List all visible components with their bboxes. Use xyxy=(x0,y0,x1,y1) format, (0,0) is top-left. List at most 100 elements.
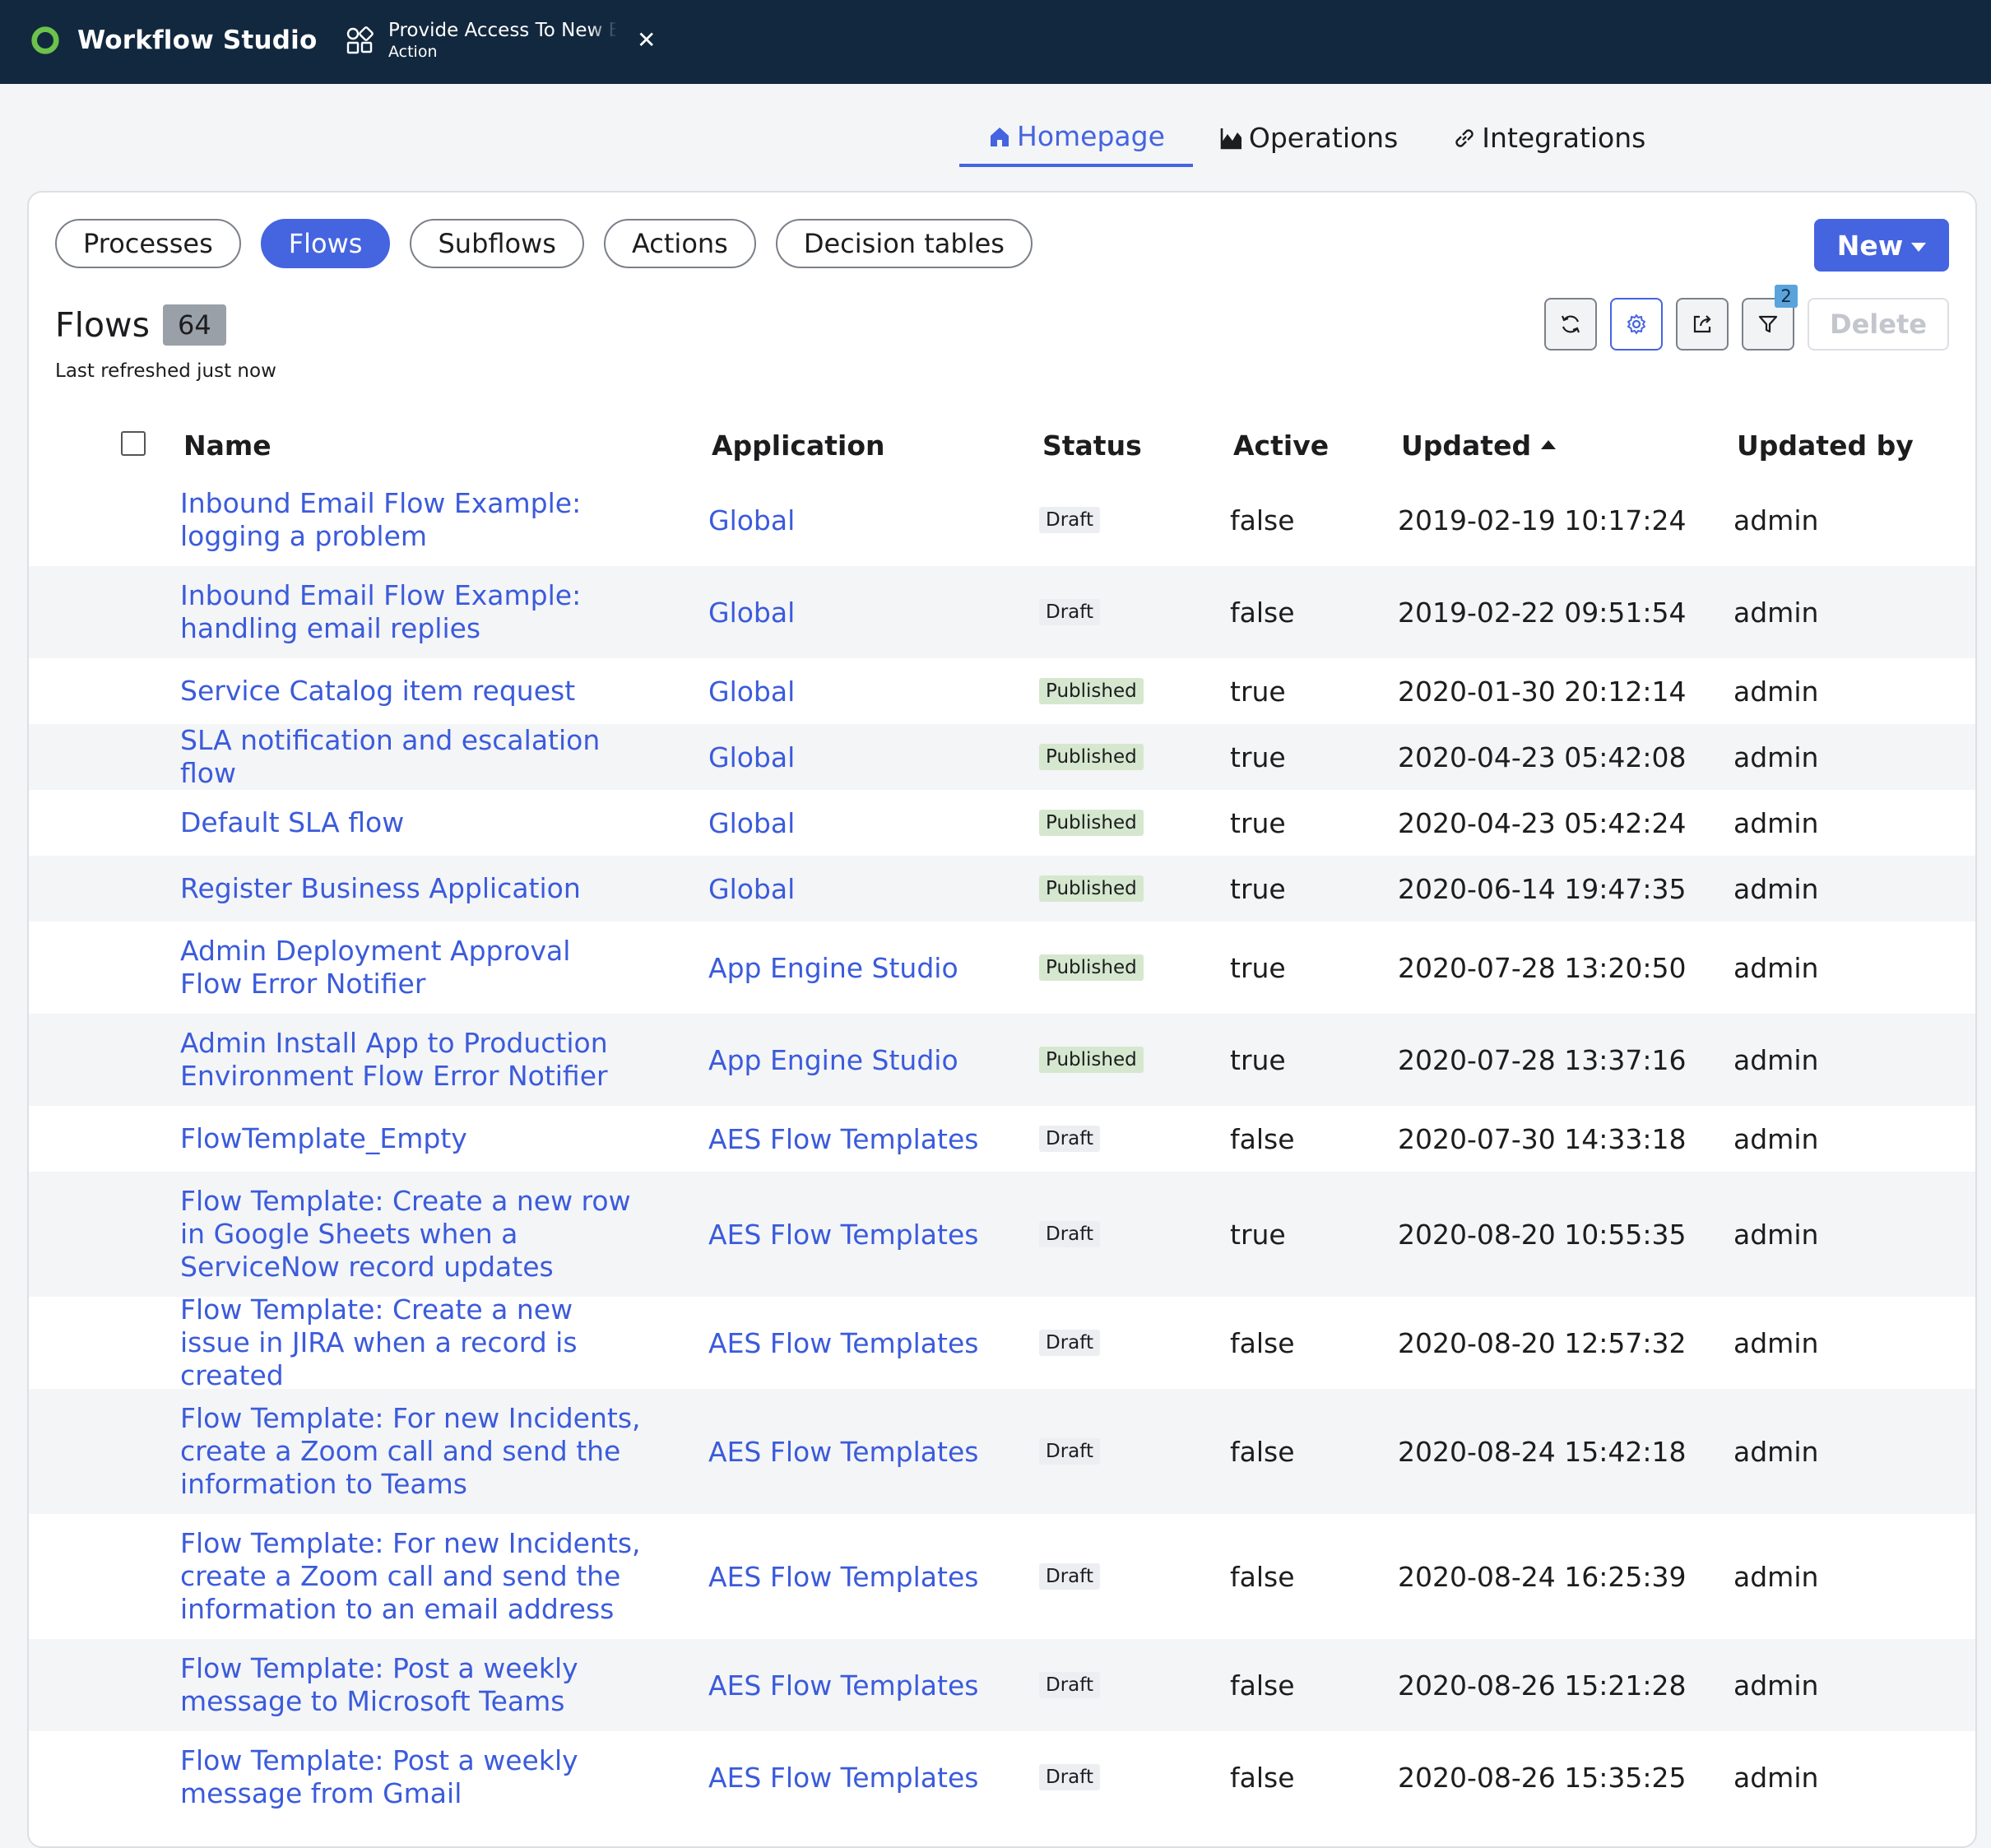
status-cell: Published xyxy=(1039,790,1144,856)
refresh-button[interactable] xyxy=(1544,298,1597,351)
new-button[interactable]: New xyxy=(1814,219,1949,272)
table-row[interactable]: Flow Template: Post a weekly message to … xyxy=(29,1639,1975,1731)
status-badge: Published xyxy=(1039,1047,1144,1073)
application-link[interactable]: AES Flow Templates xyxy=(708,1731,978,1823)
select-all-checkbox[interactable] xyxy=(121,431,146,456)
table-row[interactable]: Flow Template: Post a weekly message fro… xyxy=(29,1731,1975,1823)
flow-name-link[interactable]: FlowTemplate_Empty xyxy=(180,1106,641,1172)
flow-name-link[interactable]: SLA notification and escalation flow xyxy=(180,724,641,790)
application-link[interactable]: AES Flow Templates xyxy=(708,1514,978,1639)
application-link[interactable]: AES Flow Templates xyxy=(708,1297,978,1389)
application-link[interactable]: Global xyxy=(708,724,795,790)
link-icon xyxy=(1455,128,1474,147)
table-row[interactable]: Admin Deployment Approval Flow Error Not… xyxy=(29,922,1975,1014)
flow-name-link[interactable]: Flow Template: Post a weekly message to … xyxy=(180,1639,641,1731)
flow-name-link[interactable]: Flow Template: For new Incidents, create… xyxy=(180,1389,641,1514)
updated-by-cell: admin xyxy=(1733,596,1819,629)
table-row[interactable]: Service Catalog item request Global Publis… xyxy=(29,658,1975,724)
table-row[interactable]: Inbound Email Flow Example: handling ema… xyxy=(29,566,1975,658)
updated-cell: 2020-08-26 15:35:25 xyxy=(1398,1761,1687,1794)
application-link[interactable]: App Engine Studio xyxy=(708,1014,958,1106)
flow-name-link[interactable]: Flow Template: Create a new row in Googl… xyxy=(180,1172,641,1297)
settings-button[interactable] xyxy=(1610,298,1663,351)
application-link[interactable]: Global xyxy=(708,790,795,856)
brand-name: Workflow Studio xyxy=(77,26,318,55)
flow-name-link[interactable]: Flow Template: Post a weekly message fro… xyxy=(180,1731,641,1823)
delete-button[interactable]: Delete xyxy=(1808,298,1949,351)
table-row[interactable]: Default SLA flow Global Published true 2020-… xyxy=(29,790,1975,856)
table-row[interactable]: Flow Template: For new Incidents, create… xyxy=(29,1514,1975,1639)
column-header-name[interactable]: Name xyxy=(183,429,272,462)
status-badge: Draft xyxy=(1039,1563,1100,1590)
updated-cell: 2019-02-22 09:51:54 xyxy=(1398,596,1687,629)
flow-name-link[interactable]: Admin Install App to Production Environm… xyxy=(180,1014,641,1106)
flow-name-link[interactable]: Service Catalog item request xyxy=(180,658,641,724)
application-link[interactable]: Global xyxy=(708,474,795,566)
application-link[interactable]: Global xyxy=(708,856,795,922)
table-row[interactable]: SLA notification and escalation flow Glob… xyxy=(29,724,1975,790)
application-link[interactable]: AES Flow Templates xyxy=(708,1389,978,1514)
active-cell: true xyxy=(1230,1043,1286,1076)
pill-processes[interactable]: Processes xyxy=(55,219,241,268)
column-header-status[interactable]: Status xyxy=(1042,429,1142,462)
application-link[interactable]: AES Flow Templates xyxy=(708,1172,978,1297)
application-link[interactable]: App Engine Studio xyxy=(708,922,958,1014)
flow-name-link[interactable]: Register Business Application xyxy=(180,856,641,922)
pill-actions[interactable]: Actions xyxy=(603,219,756,268)
status-badge: Draft xyxy=(1039,1764,1100,1790)
flow-name-link[interactable]: Flow Template: For new Incidents, create… xyxy=(180,1514,641,1639)
table-row[interactable]: Flow Template: Create a new issue in JIR… xyxy=(29,1293,1975,1391)
table-row[interactable]: Inbound Email Flow Example: logging a pr… xyxy=(29,474,1975,566)
status-badge: Draft xyxy=(1039,1438,1100,1465)
flow-name-link[interactable]: Inbound Email Flow Example: handling ema… xyxy=(180,566,641,658)
open-tab[interactable]: Provide Access To New E Action ✕ xyxy=(346,20,656,61)
pill-subflows[interactable]: Subflows xyxy=(410,219,584,268)
status-badge: Draft xyxy=(1039,1126,1100,1152)
table-row[interactable]: Register Business Application Global Publi… xyxy=(29,856,1975,922)
nav-integrations[interactable]: Integrations xyxy=(1452,117,1645,165)
filter-button[interactable]: 2 xyxy=(1742,285,1798,351)
application-link[interactable]: Global xyxy=(708,658,795,724)
table-row[interactable]: Flow Template: Create a new row in Googl… xyxy=(29,1172,1975,1297)
column-header-active[interactable]: Active xyxy=(1233,429,1329,462)
status-cell: Draft xyxy=(1039,1514,1100,1639)
column-header-updated-by[interactable]: Updated by xyxy=(1737,429,1914,462)
count-badge: 64 xyxy=(162,304,226,346)
table-row[interactable]: Admin Install App to Production Environm… xyxy=(29,1014,1975,1106)
flow-name-link[interactable]: Default SLA flow xyxy=(180,790,641,856)
table-row[interactable]: FlowTemplate_Empty AES Flow Templates Draf… xyxy=(29,1106,1975,1172)
flow-name-link[interactable]: Inbound Email Flow Example: logging a pr… xyxy=(180,474,641,566)
table-row[interactable]: Flow Template: For new Incidents, create… xyxy=(29,1389,1975,1514)
status-cell: Draft xyxy=(1039,1639,1100,1731)
tab-title: Provide Access To New E xyxy=(388,20,617,41)
type-filter-pills: Processes Flows Subflows Actions Decisio… xyxy=(55,219,1033,268)
active-cell: false xyxy=(1230,504,1295,536)
list-heading: Flows 64 xyxy=(55,304,226,346)
main-nav: Homepage Operations Integrations xyxy=(959,115,1645,167)
status-cell: Draft xyxy=(1039,474,1100,566)
updated-cell: 2020-06-14 19:47:35 xyxy=(1398,872,1687,905)
status-cell: Published xyxy=(1039,724,1144,790)
export-button[interactable] xyxy=(1676,298,1729,351)
flow-name-link[interactable]: Admin Deployment Approval Flow Error Not… xyxy=(180,922,641,1014)
flow-name-link[interactable]: Flow Template: Create a new issue in JIR… xyxy=(180,1293,641,1391)
status-cell: Draft xyxy=(1039,566,1100,658)
close-tab-icon[interactable]: ✕ xyxy=(637,29,656,52)
action-icon xyxy=(346,26,374,54)
pill-flows[interactable]: Flows xyxy=(260,219,391,268)
status-cell: Draft xyxy=(1039,1172,1100,1297)
pill-decision-tables[interactable]: Decision tables xyxy=(775,219,1033,268)
application-link[interactable]: Global xyxy=(708,566,795,658)
application-link[interactable]: AES Flow Templates xyxy=(708,1639,978,1731)
application-link[interactable]: AES Flow Templates xyxy=(708,1106,978,1172)
page-title: Flows xyxy=(55,305,150,345)
status-cell: Published xyxy=(1039,856,1144,922)
updated-cell: 2020-07-28 13:37:16 xyxy=(1398,1043,1687,1076)
column-header-application[interactable]: Application xyxy=(712,429,885,462)
nav-homepage[interactable]: Homepage xyxy=(959,115,1193,167)
status-badge: Published xyxy=(1039,875,1144,902)
status-cell: Draft xyxy=(1039,1731,1100,1823)
column-header-updated[interactable]: Updated xyxy=(1401,429,1557,462)
brand[interactable]: Workflow Studio xyxy=(30,25,317,56)
nav-operations[interactable]: Operations xyxy=(1219,117,1398,165)
